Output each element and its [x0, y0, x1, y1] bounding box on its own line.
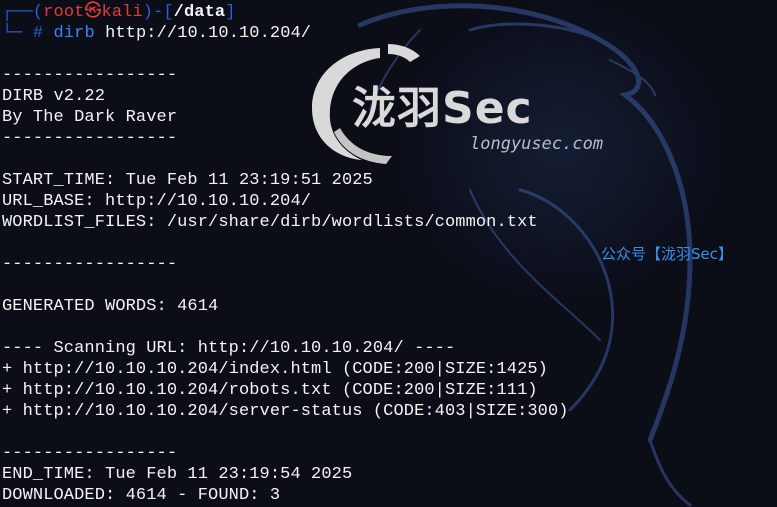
- prompt-frame-top: ┌──(: [2, 3, 44, 22]
- output-wordlist: WORDLIST_FILES: /usr/share/dirb/wordlist…: [2, 213, 538, 232]
- output-generated-words: GENERATED WORDS: 4614: [2, 297, 219, 316]
- prompt-hash: #: [32, 24, 44, 43]
- prompt-bracket-mid: )-[: [142, 3, 174, 22]
- watermark-wechat-tag: 公众号【泷羽Sec】: [601, 245, 733, 263]
- command-line[interactable]: └─ # dirb http://10.10.10.204/: [2, 23, 311, 44]
- prompt-at-symbol: ㉿: [84, 3, 102, 22]
- output-end-time: END_TIME: Tue Feb 11 23:19:54 2025: [2, 465, 353, 484]
- prompt-bracket-end: ]: [225, 3, 236, 22]
- prompt-host: kali: [101, 3, 143, 22]
- prompt-path: /data: [173, 3, 226, 22]
- output-separator: -----------------: [2, 255, 178, 274]
- output-separator: -----------------: [2, 66, 178, 85]
- output-separator: -----------------: [2, 444, 178, 463]
- output-version: DIRB v2.22: [2, 87, 106, 106]
- output-separator: -----------------: [2, 129, 178, 148]
- output-url-base: URL_BASE: http://10.10.10.204/: [2, 192, 312, 211]
- result-line: + http://10.10.10.204/robots.txt (CODE:2…: [2, 381, 538, 400]
- command-name: dirb: [53, 24, 95, 43]
- result-line: + http://10.10.10.204/server-status (COD…: [2, 402, 569, 421]
- result-line: + http://10.10.10.204/index.html (CODE:2…: [2, 360, 548, 379]
- output-author: By The Dark Raver: [2, 108, 178, 127]
- output-scanning: ---- Scanning URL: http://10.10.10.204/ …: [2, 339, 456, 358]
- watermark-logo-text: 泷羽Sec: [352, 83, 533, 134]
- prompt-frame-bottom: └─: [2, 24, 23, 43]
- terminal-window[interactable]: 泷羽Sec longyusec.com 公众号【泷羽Sec】 ┌──(root㉿…: [0, 0, 777, 507]
- command-argument: http://10.10.10.204/: [105, 24, 312, 43]
- prompt-user: root: [43, 3, 85, 22]
- prompt-line: ┌──(root㉿kali)-[/data]: [2, 2, 236, 23]
- watermark-domain: longyusec.com: [470, 134, 604, 154]
- output-downloaded: DOWNLOADED: 4614 - FOUND: 3: [2, 486, 281, 505]
- output-start-time: START_TIME: Tue Feb 11 23:19:51 2025: [2, 171, 373, 190]
